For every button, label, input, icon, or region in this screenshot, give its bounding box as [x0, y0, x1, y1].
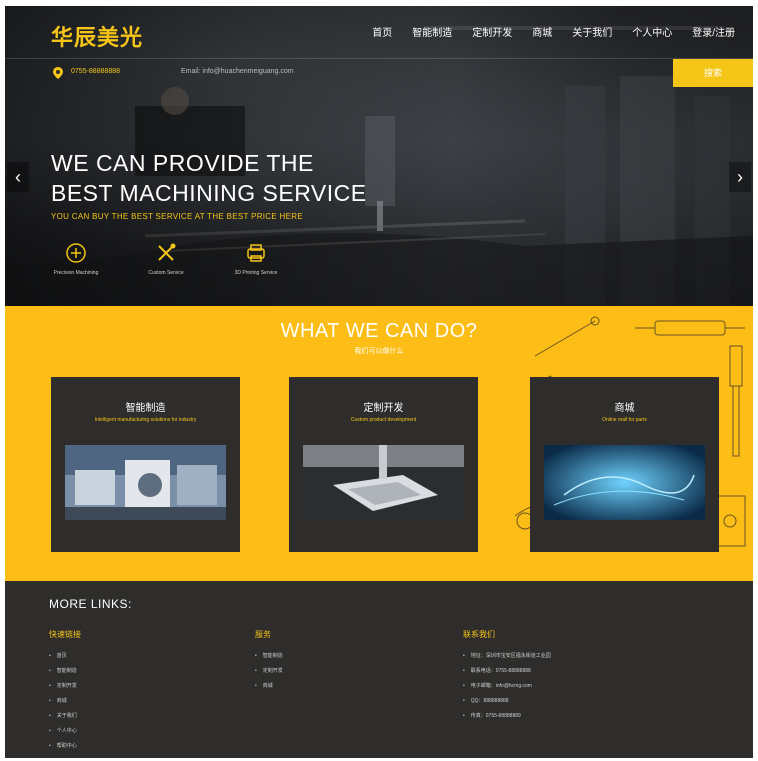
contact-item: QQ：888888888	[463, 697, 551, 704]
card-title: 商城	[614, 403, 635, 414]
link-item[interactable]: 帮助中心	[49, 742, 81, 749]
service-card-mall[interactable]: 商城 Online mall for parts	[530, 377, 719, 552]
links-column-service: 服务 智能制造 定制开发 商城	[255, 629, 283, 697]
nav-item-login-register[interactable]: 登录/注册	[692, 24, 735, 39]
link-item[interactable]: 定制开发	[49, 682, 81, 689]
location-pin-icon	[53, 67, 63, 79]
card-description: Custom product development	[350, 417, 417, 423]
link-item[interactable]: 首页	[49, 652, 81, 659]
nav-item-custom-development[interactable]: 定制开发	[472, 24, 512, 39]
card-image-digital	[544, 445, 705, 520]
search-button[interactable]: 搜索	[673, 59, 753, 87]
link-item[interactable]: 个人中心	[49, 727, 81, 734]
carousel-prev-button[interactable]: ‹	[7, 162, 29, 192]
service-card-smart-manufacturing[interactable]: 智能制造 Intelligent manufacturing solutions…	[51, 377, 240, 552]
feature-item: Custom Service	[141, 242, 191, 276]
link-item[interactable]: 智能制造	[255, 652, 283, 659]
feature-item: 3D Printing Service	[231, 242, 281, 276]
link-item[interactable]: 商城	[49, 697, 81, 704]
link-item[interactable]: 定制开发	[255, 667, 283, 674]
column-title: 联系我们	[463, 630, 495, 639]
contact-email: Email: info@huachenmeiguang.com	[181, 68, 294, 75]
tools-icon	[158, 243, 176, 261]
feature-label: 3D Printing Service	[234, 270, 278, 276]
feature-label: Custom Service	[148, 270, 184, 276]
contact-item: 联系电话：0755-88888888	[463, 667, 551, 674]
services-subtitle: 我们可以做什么	[354, 348, 404, 355]
hero-headline-line1: WE CAN PROVIDE THE	[51, 150, 314, 176]
page: 华辰美光 首页 智能制造 定制开发 商城 关于我们 个人中心 登录/注册 075…	[5, 6, 753, 758]
links-column-contact: 联系我们 地址：深圳市宝安区福永街道工业园 联系电话：0755-88888888…	[463, 629, 551, 727]
hero-headline: WE CAN PROVIDE THE BEST MACHINING SERVIC…	[51, 148, 367, 208]
card-title: 智能制造	[125, 403, 166, 414]
main-nav: 首页 智能制造 定制开发 商城 关于我们 个人中心 登录/注册	[372, 24, 735, 39]
card-description: Online mall for parts	[602, 417, 647, 423]
link-item[interactable]: 智能制造	[49, 667, 81, 674]
nav-item-about[interactable]: 关于我们	[572, 24, 612, 39]
card-description: Intelligent manufacturing solutions for …	[94, 417, 197, 423]
more-links-section: MORE LINKS: 快速链接 首页 智能制造 定制开发 商城 关于我们 个人…	[5, 581, 753, 758]
nav-item-home[interactable]: 首页	[372, 24, 392, 39]
feature-label: Precision Machining	[53, 270, 99, 276]
nav-item-personal-center[interactable]: 个人中心	[632, 24, 672, 39]
hero-banner: 华辰美光 首页 智能制造 定制开发 商城 关于我们 个人中心 登录/注册 075…	[5, 6, 753, 306]
card-image-factory	[65, 445, 226, 520]
feature-item: Precision Machining	[51, 242, 101, 276]
nav-item-mall[interactable]: 商城	[532, 24, 552, 39]
more-links-title: MORE LINKS:	[49, 597, 132, 611]
card-image-cnc-part	[303, 445, 464, 520]
services-title: WHAT WE CAN DO?	[280, 320, 478, 342]
link-item[interactable]: 关于我们	[49, 712, 81, 719]
hero-subtitle: YOU CAN BUY THE BEST SERVICE AT THE BEST…	[51, 212, 303, 221]
column-title: 服务	[255, 630, 271, 639]
contact-item: 电子邮箱：info@hcmg.com	[463, 682, 551, 689]
hero-headline-line2: BEST MACHINING SERVICE	[51, 180, 367, 206]
contact-item: 地址：深圳市宝安区福永街道工业园	[463, 652, 551, 659]
service-card-custom-development[interactable]: 定制开发 Custom product development	[289, 377, 478, 552]
contact-phone: 0755-88888888	[71, 68, 121, 75]
card-title: 定制开发	[363, 403, 404, 414]
link-item[interactable]: 商城	[255, 682, 283, 689]
info-bar: 0755-88888888 Email: info@huachenmeiguan…	[5, 58, 753, 87]
machining-icon	[66, 243, 86, 263]
site-logo[interactable]: 华辰美光	[51, 20, 143, 52]
services-section: WHAT WE CAN DO? 我们可以做什么 智能制造 Intelligent…	[5, 306, 753, 581]
carousel-next-button[interactable]: ›	[729, 162, 751, 192]
hero-features: Precision Machining Custom Service 3D Pr…	[51, 242, 281, 276]
top-navigation: 华辰美光 首页 智能制造 定制开发 商城 关于我们 个人中心 登录/注册	[5, 6, 753, 58]
nav-item-smart-manufacturing[interactable]: 智能制造	[412, 24, 452, 39]
column-title: 快速链接	[49, 630, 81, 639]
contact-item: 传真：0755-88888889	[463, 712, 551, 719]
links-column-quick: 快速链接 首页 智能制造 定制开发 商城 关于我们 个人中心 帮助中心	[49, 629, 81, 757]
printer-3d-icon	[247, 244, 265, 262]
